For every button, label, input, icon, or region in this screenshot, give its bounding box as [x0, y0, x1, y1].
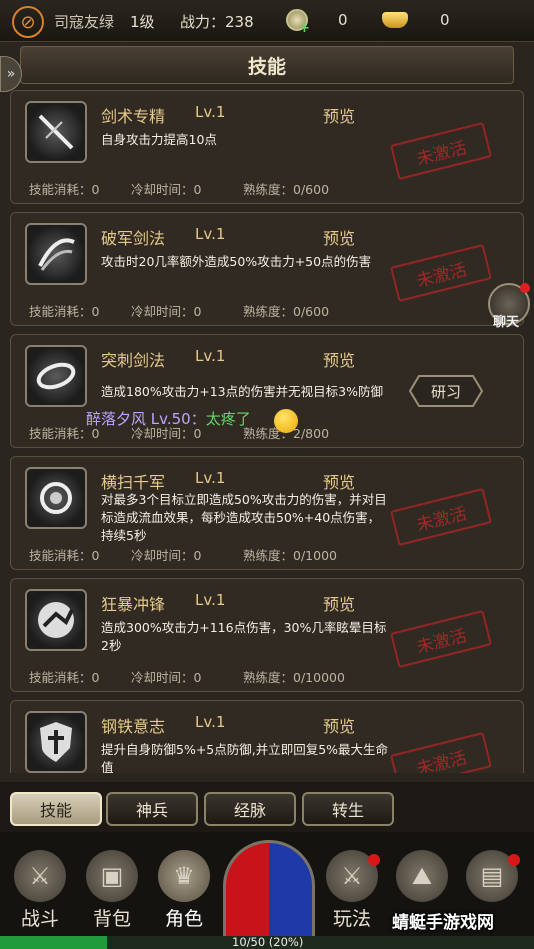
skill-description: 提升自身防御5%+5点防御,并立即回复5%最大生命值: [101, 742, 389, 773]
tab-divine-weapon[interactable]: 神兵: [106, 792, 198, 826]
panel-title: 技能: [20, 46, 514, 84]
nav-character[interactable]: ♛ 角色: [152, 850, 216, 934]
skill-description: 对最多3个目标立即造成50%攻击力的伤害，并对目标造成流血效果，每秒造成攻击50…: [101, 492, 387, 543]
skill-card[interactable]: 破军剑法 Lv.1 预览 攻击时20几率额外造成50%攻击力+50点的伤害 未激…: [10, 212, 524, 326]
skill-name: 钢铁意志: [101, 717, 166, 736]
inactive-stamp: 未激活: [390, 121, 492, 181]
skill-level: Lv.1: [195, 469, 226, 487]
nav-label: 背包: [92, 908, 131, 930]
skill-cooldown: 冷却时间：0: [131, 182, 202, 197]
backpack-icon: ▣: [86, 850, 138, 902]
emoji-icon: [274, 409, 298, 433]
preview-button[interactable]: 预览: [323, 225, 355, 249]
nav-gameplay[interactable]: ⚔ 玩法: [320, 850, 384, 934]
preview-button[interactable]: 预览: [323, 347, 355, 371]
skill-cost: 技能消耗：0: [29, 182, 100, 197]
skill-mastery: 熟练度：0/600: [243, 182, 330, 197]
skill-stats: 技能消耗：0 冷却时间：0 熟练度：0/1000: [29, 545, 337, 564]
skill-cooldown: 冷却时间：0: [131, 670, 202, 685]
crossed-swords-icon: ⚔: [14, 850, 66, 902]
skill-mastery: 熟练度：0/600: [243, 304, 330, 319]
ingot-value: 0: [440, 11, 450, 29]
skill-card[interactable]: 钢铁意志 Lv.1 预览 提升自身防御5%+5点防御,并立即回复5%最大生命值 …: [10, 700, 524, 773]
add-coin-icon[interactable]: +: [299, 21, 310, 36]
nav-label: 角色: [164, 908, 203, 930]
skill-level: Lv.1: [195, 713, 226, 731]
skill-cost: 技能消耗：0: [29, 304, 100, 319]
skill-mastery: 熟练度：0/10000: [243, 670, 345, 685]
skill-description: 造成180%攻击力+13点的伤害并无视目标3%防御: [101, 384, 383, 399]
nav-bag[interactable]: ▣ 背包: [80, 850, 144, 934]
gold-ingot-icon: [382, 12, 408, 28]
skill-description: 攻击时20几率额外造成50%攻击力+50点的伤害: [101, 254, 372, 269]
iron-will-shield-icon: [25, 711, 87, 773]
preview-button[interactable]: 预览: [323, 591, 355, 615]
preview-button[interactable]: 预览: [323, 469, 355, 493]
skill-stats: 技能消耗：0 冷却时间：0 熟练度：0/600: [29, 179, 329, 198]
skill-level: Lv.1: [195, 103, 226, 121]
skill-cost: 技能消耗：0: [29, 670, 100, 685]
skill-card[interactable]: 突刺剑法 Lv.1 预览 造成180%攻击力+13点的伤害并无视目标3%防御 研…: [10, 334, 524, 448]
skill-level: Lv.1: [195, 347, 226, 365]
skill-card[interactable]: 剑术专精 Lv.1 预览 自身攻击力提高10点 未激活 技能消耗：0 冷却时间：…: [10, 90, 524, 204]
skill-description: 造成300%攻击力+116点伤害，30%几率眩晕目标2秒: [101, 620, 387, 653]
skill-level: Lv.1: [195, 225, 226, 243]
broken-army-sword-icon: [25, 223, 87, 285]
player-name: 司寇友绿: [54, 13, 115, 31]
skill-card[interactable]: 狂暴冲锋 Lv.1 预览 造成300%攻击力+116点伤害，30%几率眩晕目标2…: [10, 578, 524, 692]
skill-name: 狂暴冲锋: [101, 595, 166, 614]
skill-card[interactable]: 横扫千军 Lv.1 预览 对最多3个目标立即造成50%攻击力的伤害，并对目标造成…: [10, 456, 524, 570]
site-watermark: 蜻蜓手游戏网: [392, 913, 494, 933]
chat-button-label: 聊天: [493, 315, 520, 330]
experience-text: 10/50 (20%): [232, 935, 304, 949]
skill-list[interactable]: 剑术专精 Lv.1 预览 自身攻击力提高10点 未激活 技能消耗：0 冷却时间：…: [10, 90, 524, 773]
notification-dot: [508, 854, 520, 866]
tab-rebirth[interactable]: 转生: [302, 792, 394, 826]
top-status-bar: ⊘ 司寇友绿 1级 战力：238 + 0 0: [0, 0, 534, 42]
sweep-army-icon: [25, 467, 87, 529]
character-portal-icon[interactable]: [223, 840, 315, 940]
chat-sender: 醉落夕风 Lv.50：: [86, 410, 206, 428]
skill-description: 自身攻击力提高10点: [101, 132, 217, 147]
skill-mastery: 熟练度：0/1000: [243, 548, 337, 563]
study-label: 研习: [430, 382, 461, 401]
sword-mastery-icon: [25, 101, 87, 163]
sub-tab-bar: 技能 神兵 经脉 转生: [0, 784, 534, 832]
coin-value: 0: [338, 11, 348, 29]
nav-battle[interactable]: ⚔ 战斗: [8, 850, 72, 934]
skill-stats: 技能消耗：0 冷却时间：0 熟练度：0/10000: [29, 667, 345, 686]
nav-label: 玩法: [332, 908, 371, 930]
chat-message: 醉落夕风 Lv.50：太疼了: [86, 408, 251, 429]
guild-emblem-icon[interactable]: ⊘: [12, 6, 44, 38]
inactive-stamp: 未激活: [390, 731, 492, 773]
combat-power: 战力：238: [180, 13, 254, 31]
notification-dot: [368, 854, 380, 866]
inactive-stamp: 未激活: [390, 487, 492, 547]
preview-button[interactable]: 预览: [323, 713, 355, 737]
experience-fill: [0, 936, 107, 949]
nav-label: 战斗: [20, 908, 59, 930]
thrust-sword-icon: [25, 345, 87, 407]
helmet-icon: ♛: [158, 850, 210, 902]
tab-skills[interactable]: 技能: [10, 792, 102, 826]
inactive-stamp: 未激活: [390, 609, 492, 669]
skill-name: 剑术专精: [101, 107, 166, 126]
skill-cooldown: 冷却时间：0: [131, 548, 202, 563]
skill-name: 横扫千军: [101, 473, 166, 492]
skill-name: 突刺剑法: [101, 351, 166, 370]
skill-cooldown: 冷却时间：0: [131, 304, 202, 319]
map-icon: ⛰: [396, 850, 448, 902]
chat-text: 太疼了: [205, 410, 251, 428]
skill-cost: 技能消耗：0: [29, 548, 100, 563]
preview-button[interactable]: 预览: [323, 103, 355, 127]
berserk-charge-icon: [25, 589, 87, 651]
tab-meridians[interactable]: 经脉: [204, 792, 296, 826]
skill-level: Lv.1: [195, 591, 226, 609]
skill-name: 破军剑法: [101, 229, 166, 248]
notification-dot: [520, 283, 530, 293]
skill-stats: 技能消耗：0 冷却时间：0 熟练度：0/600: [29, 301, 329, 320]
player-level: 1级: [130, 13, 155, 31]
study-button[interactable]: 研习: [409, 375, 483, 407]
inactive-stamp: 未激活: [390, 243, 492, 303]
